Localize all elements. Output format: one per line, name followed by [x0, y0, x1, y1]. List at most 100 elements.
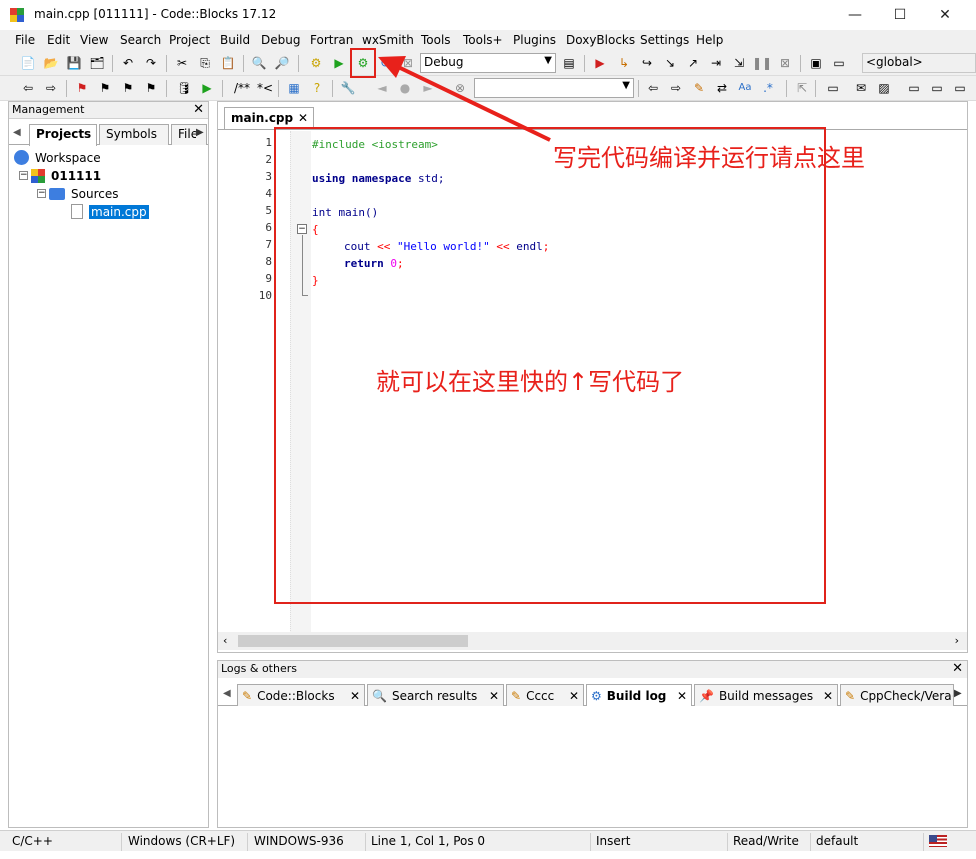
step-instruction-icon[interactable]: ⇲ [731, 55, 747, 71]
select-pointer-icon[interactable]: ⇱ [794, 80, 810, 96]
tab-scroll-left-icon[interactable]: ◀ [223, 688, 231, 699]
menu-tools-plus[interactable]: Tools+ [463, 33, 503, 47]
tree-file-main[interactable]: main.cpp [71, 203, 149, 220]
prev-bookmark-icon[interactable]: ⚑ [97, 80, 113, 96]
layout-split-icon[interactable]: ▭ [906, 80, 922, 96]
menu-project[interactable]: Project [169, 33, 210, 47]
clear-bookmarks-icon[interactable]: ⚑ [143, 80, 159, 96]
menu-tools[interactable]: Tools [421, 33, 451, 47]
tab-projects[interactable]: Projects [29, 124, 97, 146]
close-tab-icon[interactable]: ✕ [677, 689, 687, 703]
layout-image-icon[interactable]: ▨ [876, 80, 892, 96]
copy-icon[interactable]: ⎘ [197, 55, 213, 71]
menu-plugins[interactable]: Plugins [513, 33, 556, 47]
menu-debug[interactable]: Debug [261, 33, 300, 47]
regex-toggle[interactable]: .* [760, 80, 776, 96]
close-tab-icon[interactable]: ✕ [350, 689, 360, 703]
selection-only-icon[interactable]: ⇄ [714, 80, 730, 96]
layout-split3-icon[interactable]: ▭ [952, 80, 968, 96]
doxy-line-button[interactable]: *< [256, 80, 274, 96]
scroll-left-icon[interactable]: ‹ [223, 634, 227, 647]
collapse-icon[interactable]: − [19, 171, 28, 180]
cut-icon[interactable]: ✂ [174, 55, 190, 71]
menu-edit[interactable]: Edit [47, 33, 70, 47]
tab-build-messages[interactable]: 📌 Build messages ✕ [694, 684, 838, 706]
tab-scroll-right-icon[interactable]: ▶ [196, 127, 204, 138]
redo-icon[interactable]: ↷ [143, 55, 159, 71]
minimize-button[interactable]: — [832, 0, 878, 30]
step-out-icon[interactable]: ↗ [685, 55, 701, 71]
horizontal-scrollbar[interactable]: ‹ › [218, 632, 967, 650]
step-into-icon[interactable]: ↘ [662, 55, 678, 71]
open-folder-icon[interactable]: 📂 [43, 55, 59, 71]
run-file-icon[interactable]: ▶ [199, 80, 215, 96]
doxy-help-icon[interactable]: ? [309, 80, 325, 96]
close-panel-icon[interactable]: ✕ [952, 661, 963, 676]
menu-help[interactable]: Help [696, 33, 723, 47]
forward-arrow-icon[interactable]: ⇨ [43, 80, 59, 96]
menu-view[interactable]: View [80, 33, 108, 47]
next-line-icon[interactable]: ↪ [639, 55, 655, 71]
paste-icon[interactable]: 📋 [220, 55, 236, 71]
tab-cccc[interactable]: ✎ Cccc ✕ [506, 684, 584, 706]
collapse-icon[interactable]: − [37, 189, 46, 198]
layout-split2-icon[interactable]: ▭ [929, 80, 945, 96]
save-all-icon[interactable]: 🗂 [89, 55, 105, 71]
find-next-icon[interactable]: ⇨ [668, 80, 684, 96]
close-button[interactable]: ✕ [922, 0, 968, 30]
various-info-icon[interactable]: ▭ [831, 55, 847, 71]
next-instruction-icon[interactable]: ⇥ [708, 55, 724, 71]
tree-workspace[interactable]: Workspace [14, 149, 101, 166]
maximize-button[interactable]: ☐ [877, 0, 923, 30]
menu-doxyblocks[interactable]: DoxyBlocks [566, 33, 635, 47]
doxy-block-button[interactable]: /** [232, 80, 252, 96]
close-tab-icon[interactable]: ✕ [298, 111, 308, 125]
find-icon[interactable]: 🔍 [251, 55, 267, 71]
doxy-wizard-icon[interactable]: ▦ [286, 80, 302, 96]
undo-icon[interactable]: ↶ [120, 55, 136, 71]
match-case-icon[interactable]: Aa [737, 80, 753, 96]
editor-tab-main[interactable]: main.cpp ✕ [224, 107, 314, 129]
highlight-icon[interactable]: ✎ [691, 80, 707, 96]
debug-start-icon[interactable]: ▶ [592, 55, 608, 71]
menu-wxsmith[interactable]: wxSmith [362, 33, 414, 47]
close-tab-icon[interactable]: ✕ [823, 689, 833, 703]
tab-scroll-right-icon[interactable]: ▶ [954, 688, 962, 699]
save-icon[interactable]: 💾 [66, 55, 82, 71]
layout-single-icon[interactable]: ▭ [822, 80, 844, 96]
layout-mail-icon[interactable]: ✉ [853, 80, 869, 96]
bookmark-icon[interactable]: ⚑ [74, 80, 90, 96]
tab-build-log[interactable]: ⚙ Build log ✕ [586, 684, 692, 706]
scroll-right-icon[interactable]: › [955, 634, 959, 647]
build-gear-icon[interactable]: ⚙ [308, 55, 324, 71]
scope-select[interactable]: <global> [862, 53, 976, 73]
close-panel-icon[interactable]: ✕ [193, 102, 204, 117]
tab-symbols[interactable]: Symbols [99, 124, 169, 145]
menu-search[interactable]: Search [120, 33, 161, 47]
tree-sources-folder[interactable]: − Sources [37, 185, 118, 202]
close-tab-icon[interactable]: ✕ [569, 689, 579, 703]
replace-icon[interactable]: 🔎 [274, 55, 290, 71]
new-file-icon[interactable]: 📄 [20, 55, 36, 71]
tree-project[interactable]: − 011111 [19, 167, 101, 184]
tab-search-results[interactable]: 🔍 Search results ✕ [367, 684, 504, 706]
close-tab-icon[interactable]: ✕ [489, 689, 499, 703]
tab-cppcheck[interactable]: ✎ CppCheck/Vera++ [840, 684, 954, 706]
menu-fortran[interactable]: Fortran [310, 33, 353, 47]
next-bookmark-icon[interactable]: ⚑ [120, 80, 136, 96]
scrollbar-thumb[interactable] [238, 635, 468, 647]
debug-windows-icon[interactable]: ▣ [808, 55, 824, 71]
tab-codeblocks-log[interactable]: ✎ Code::Blocks ✕ [237, 684, 365, 706]
stop-debug-icon[interactable]: ⊠ [777, 55, 793, 71]
menu-file[interactable]: File [15, 33, 35, 47]
menu-settings[interactable]: Settings [640, 33, 689, 47]
menu-build[interactable]: Build [220, 33, 250, 47]
pause-icon[interactable]: ❚❚ [752, 55, 772, 71]
run-to-cursor-icon[interactable]: ↳ [616, 55, 632, 71]
wrench-icon[interactable]: 🔧 [340, 80, 356, 96]
back-arrow-icon[interactable]: ⇦ [20, 80, 36, 96]
find-previous-icon[interactable]: ⇦ [645, 80, 661, 96]
tab-scroll-left-icon[interactable]: ◀ [13, 127, 21, 138]
run-icon[interactable]: ▶ [331, 55, 347, 71]
compile-file-icon[interactable]: 🛢 [176, 80, 192, 96]
